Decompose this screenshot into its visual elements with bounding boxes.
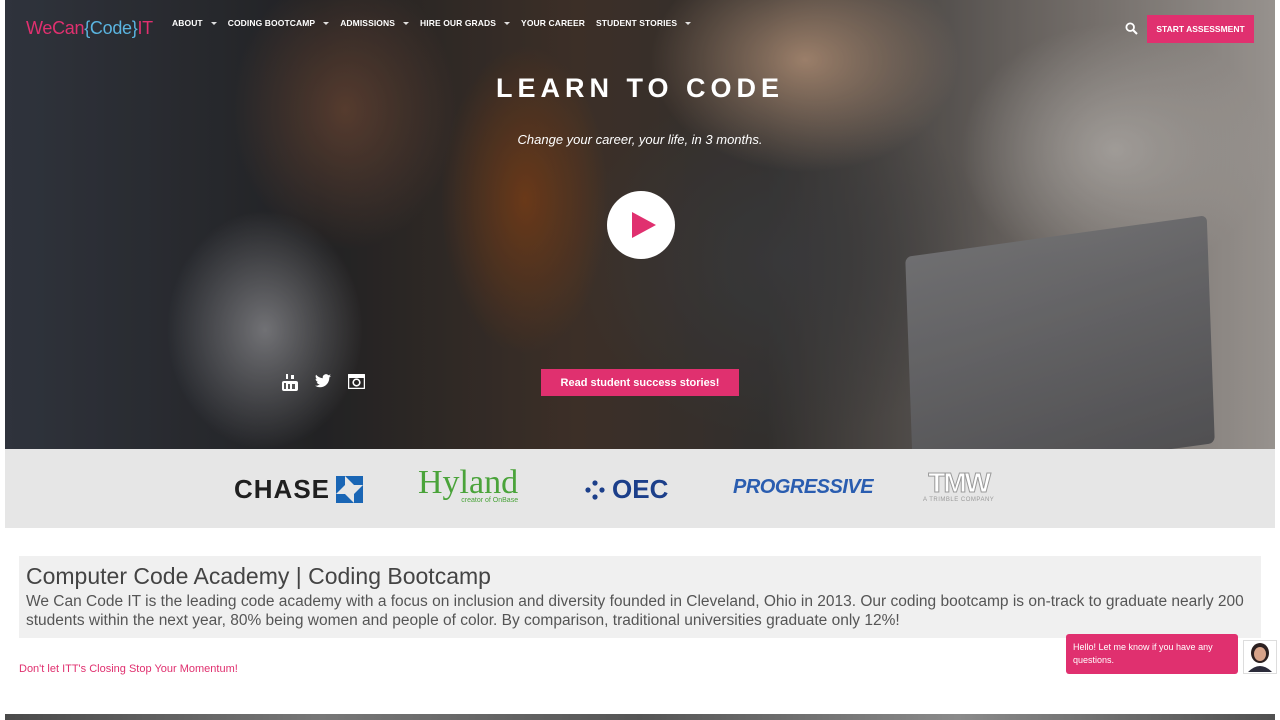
caret-down-icon <box>504 21 511 25</box>
tmw-logo-text: TMW <box>928 467 992 498</box>
logo-can: Can <box>52 18 85 38</box>
nav-item-admissions[interactable]: ADMISSIONS <box>340 17 410 29</box>
caret-down-icon <box>323 21 330 25</box>
read-success-stories-button[interactable]: Read student success stories! <box>541 369 739 396</box>
start-assessment-button[interactable]: START ASSESSMENT <box>1147 15 1254 43</box>
oec-dots-icon <box>585 479 605 500</box>
play-video-button[interactable] <box>607 191 675 259</box>
main-menu: ABOUT CODING BOOTCAMP ADMISSIONS HIRE OU… <box>172 17 702 29</box>
hero-subtitle: Change your career, your life, in 3 mont… <box>517 132 763 147</box>
chase-logo: CHASE <box>234 474 364 505</box>
next-section-image <box>5 714 1275 720</box>
nav-item-label: HIRE OUR GRADS <box>420 18 497 28</box>
chat-avatar[interactable] <box>1243 640 1277 674</box>
youtube-icon <box>282 374 298 391</box>
intro-title: Computer Code Academy | Coding Bootcamp <box>26 563 491 589</box>
logo-code: {Code} <box>84 18 138 38</box>
logo-it: IT <box>137 18 153 38</box>
hyland-tagline: creator of OnBase <box>461 497 519 504</box>
nav-item-label: STUDENT STORIES <box>595 18 678 28</box>
nav-item-label: ABOUT <box>172 18 203 28</box>
partner-logos-strip: CHASE Hyland creator of OnBase OEC PROGR… <box>5 449 1275 528</box>
instagram-link[interactable] <box>348 374 365 389</box>
caret-down-icon <box>403 21 410 25</box>
agent-avatar-icon <box>1248 643 1272 672</box>
nav-item-label: CODING BOOTCAMP <box>227 18 316 28</box>
nav-item-label: ADMISSIONS <box>340 18 396 28</box>
instagram-icon <box>348 374 365 389</box>
chase-logo-text: CHASE <box>234 474 331 504</box>
nav-item-coding-bootcamp[interactable]: CODING BOOTCAMP <box>227 17 330 29</box>
search-icon[interactable] <box>1125 22 1138 35</box>
tmw-tagline: A TRIMBLE COMPANY <box>923 497 995 503</box>
youtube-link[interactable] <box>282 374 298 391</box>
twitter-icon <box>315 374 331 388</box>
caret-down-icon <box>210 21 217 25</box>
twitter-link[interactable] <box>315 374 331 388</box>
chat-bubble[interactable]: Hello! Let me know if you have any quest… <box>1066 634 1238 674</box>
play-icon <box>631 212 656 238</box>
nav-item-your-career[interactable]: YOUR CAREER <box>521 17 585 29</box>
chase-octagon-icon <box>336 476 364 503</box>
progressive-logo-text: PROGRESSIVE <box>733 476 874 498</box>
hyland-logo: Hyland creator of OnBase <box>418 464 519 505</box>
oec-logo: OEC <box>584 474 668 505</box>
nav-item-about[interactable]: ABOUT <box>172 17 217 29</box>
nav-item-hire-our-grads[interactable]: HIRE OUR GRADS <box>420 17 511 29</box>
hyland-logo-text: Hyland <box>418 464 519 501</box>
hero-title: LEARN TO CODE <box>495 73 784 103</box>
itt-closing-link[interactable]: Don't let ITT's Closing Stop Your Moment… <box>19 663 238 675</box>
intro-paragraph: We Can Code IT is the leading code acade… <box>26 593 1244 629</box>
nav-item-student-stories[interactable]: STUDENT STORIES <box>595 17 692 29</box>
site-logo[interactable]: WeCan{Code}IT <box>26 18 153 39</box>
nav-item-label: YOUR CAREER <box>521 18 585 28</box>
logo-we: We <box>26 18 53 38</box>
tmw-logo: TMW A TRIMBLE COMPANY <box>923 467 995 503</box>
oec-logo-text: OEC <box>612 474 669 504</box>
main-content: Computer Code Academy | Coding Bootcamp … <box>0 528 1280 720</box>
caret-down-icon <box>685 21 692 25</box>
page: WeCan{Code}IT ABOUT CODING BOOTCAMP ADMI… <box>0 0 1280 720</box>
progressive-logo: PROGRESSIVE <box>733 476 874 499</box>
intro-section: Computer Code Academy | Coding Bootcamp … <box>19 556 1261 638</box>
top-navigation: WeCan{Code}IT ABOUT CODING BOOTCAMP ADMI… <box>0 0 1280 56</box>
